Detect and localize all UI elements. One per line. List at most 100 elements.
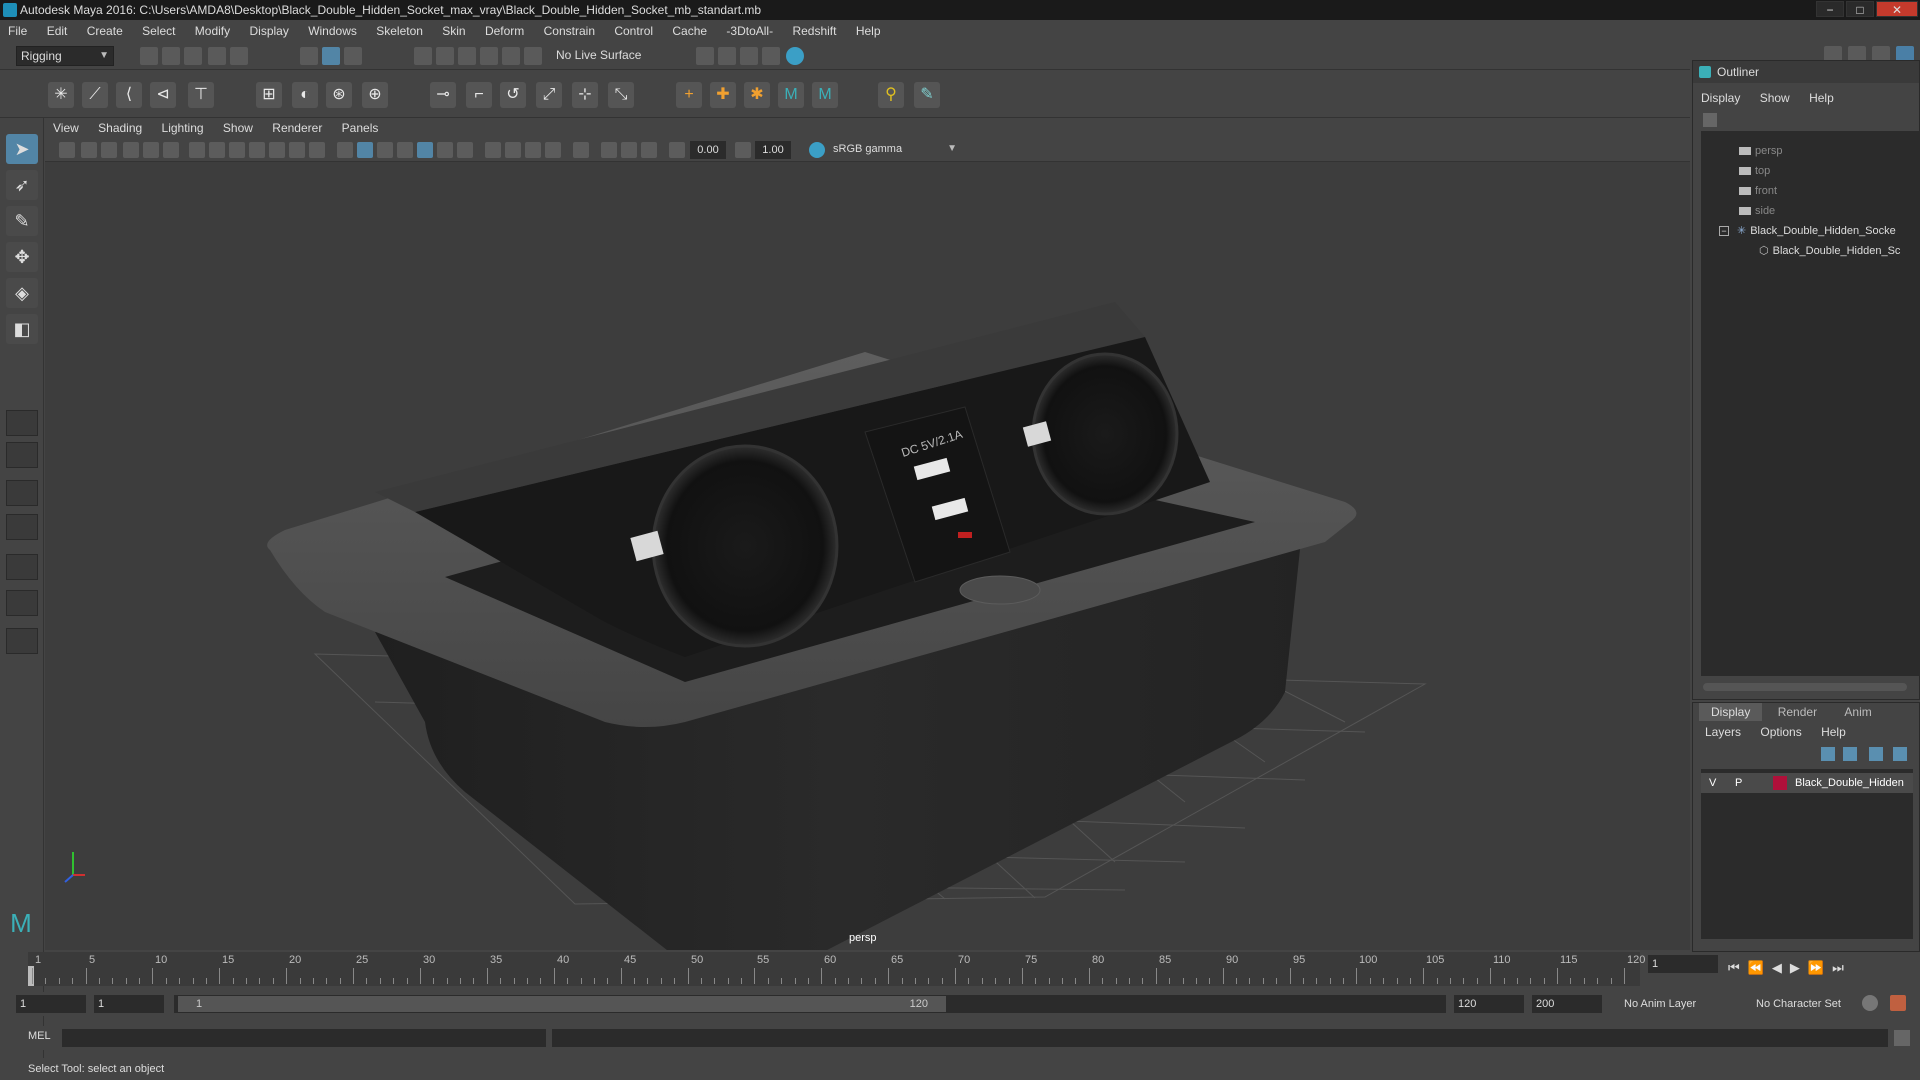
viewport-menu-renderer[interactable]: Renderer bbox=[264, 118, 330, 138]
outliner-menu-show[interactable]: Show bbox=[1752, 89, 1798, 107]
new-layer-selected-icon[interactable] bbox=[1893, 747, 1907, 761]
grease-pencil-icon[interactable] bbox=[163, 142, 179, 158]
isolate-select-icon[interactable] bbox=[573, 142, 589, 158]
outliner-item-side[interactable]: side bbox=[1739, 201, 1775, 221]
lasso-icon[interactable]: ➶ bbox=[6, 170, 38, 200]
motion-blur-icon[interactable] bbox=[505, 142, 521, 158]
snap-surface-icon[interactable] bbox=[502, 47, 520, 65]
anim-layer-dropdown[interactable]: No Anim Layer bbox=[1620, 995, 1740, 1013]
ambient-occlusion-icon[interactable] bbox=[485, 142, 501, 158]
maya-m-icon[interactable]: M bbox=[778, 82, 804, 108]
menu-deform[interactable]: Deform bbox=[477, 20, 532, 42]
2d-pan-icon[interactable] bbox=[143, 142, 159, 158]
lights-icon[interactable] bbox=[437, 142, 453, 158]
menu-windows[interactable]: Windows bbox=[300, 20, 365, 42]
menu-create[interactable]: Create bbox=[79, 20, 131, 42]
collapse-icon[interactable]: − bbox=[1719, 226, 1729, 237]
menu-display[interactable]: Display bbox=[241, 20, 296, 42]
outliner-item-front[interactable]: front bbox=[1739, 181, 1777, 201]
camera-icon[interactable] bbox=[59, 142, 75, 158]
menu-cache[interactable]: Cache bbox=[664, 20, 715, 42]
select-component-icon[interactable] bbox=[344, 47, 362, 65]
mirror-joint-icon[interactable]: ⊤ bbox=[188, 82, 214, 108]
outliner-item-group[interactable]: − ✳ Black_Double_Hidden_Socke bbox=[1719, 221, 1896, 241]
outliner-item-mesh[interactable]: ⬡ Black_Double_Hidden_Sc bbox=[1759, 241, 1900, 261]
playback-controls[interactable]: ⏮⏪◀▶⏩⏭ bbox=[1728, 960, 1852, 976]
ik-handle-icon[interactable]: ⟋ bbox=[82, 82, 108, 108]
bookmark-icon[interactable] bbox=[101, 142, 117, 158]
shadows-icon[interactable] bbox=[457, 142, 473, 158]
outliner-menu-display[interactable]: Display bbox=[1693, 89, 1748, 107]
time-slider-track[interactable]: 1 5 10 15 20 25 30 35 40 45 50 55 60 65 70 75 80 85 90 95 10… bbox=[28, 952, 1645, 986]
image-plane-icon[interactable] bbox=[123, 142, 139, 158]
live-surface-field[interactable]: No Live Surface bbox=[552, 46, 656, 66]
redo-icon[interactable] bbox=[230, 47, 248, 65]
animation-end-field[interactable]: 200 bbox=[1532, 995, 1602, 1013]
range-slider-track[interactable]: 1 120 bbox=[174, 995, 1446, 1013]
ipr-render-icon[interactable] bbox=[740, 47, 758, 65]
open-scene-icon[interactable] bbox=[162, 47, 180, 65]
move-icon[interactable]: ✥ bbox=[6, 242, 38, 272]
layer-menu-options[interactable]: Options bbox=[1752, 723, 1809, 741]
parent-constraint-icon[interactable]: ⊹ bbox=[572, 82, 598, 108]
move-layer-up-icon[interactable] bbox=[1821, 747, 1835, 761]
insert-joint-icon[interactable]: ⊲ bbox=[150, 82, 176, 108]
menu-help[interactable]: Help bbox=[848, 20, 889, 42]
close-button[interactable]: ✕ bbox=[1876, 1, 1918, 17]
maximize-button[interactable]: □ bbox=[1846, 1, 1874, 17]
new-layer-icon[interactable] bbox=[1869, 747, 1883, 761]
color-management-icon[interactable] bbox=[809, 142, 825, 158]
move-layer-down-icon[interactable] bbox=[1843, 747, 1857, 761]
menu-redshift[interactable]: Redshift bbox=[784, 20, 844, 42]
single-perspective-layout-icon[interactable] bbox=[6, 410, 38, 436]
viewport-menu-shading[interactable]: Shading bbox=[90, 118, 150, 138]
gate-mask-icon[interactable] bbox=[249, 142, 265, 158]
smooth-shade-icon[interactable] bbox=[357, 142, 373, 158]
menu-skeleton[interactable]: Skeleton bbox=[368, 20, 431, 42]
layer-playback-toggle[interactable]: P bbox=[1735, 773, 1742, 793]
outliner-item-persp[interactable]: persp bbox=[1739, 141, 1783, 161]
cluster-icon[interactable]: ⊕ bbox=[362, 82, 388, 108]
hik-icon[interactable]: ✚ bbox=[710, 82, 736, 108]
new-scene-icon[interactable] bbox=[140, 47, 158, 65]
scale-icon[interactable]: ◧ bbox=[6, 314, 38, 344]
minimize-button[interactable]: − bbox=[1816, 1, 1844, 17]
current-frame-field[interactable]: 1 bbox=[1648, 955, 1718, 973]
wireframe-on-shaded-icon[interactable] bbox=[377, 142, 393, 158]
bind-skin-icon[interactable]: ⊞ bbox=[256, 82, 282, 108]
layer-row[interactable]: V P Black_Double_Hidden bbox=[1701, 773, 1913, 793]
menu-edit[interactable]: Edit bbox=[39, 20, 76, 42]
ik-spline-icon[interactable]: ⟨ bbox=[116, 82, 142, 108]
snap-point-icon[interactable] bbox=[458, 47, 476, 65]
animation-preferences-icon[interactable] bbox=[1890, 995, 1906, 1011]
menu-constrain[interactable]: Constrain bbox=[536, 20, 603, 42]
film-gate-icon[interactable] bbox=[209, 142, 225, 158]
layer-color-swatch[interactable] bbox=[1773, 776, 1787, 790]
anti-aliasing-icon[interactable] bbox=[525, 142, 541, 158]
layer-visibility-toggle[interactable]: V bbox=[1709, 773, 1716, 793]
camera-attributes-icon[interactable] bbox=[81, 142, 97, 158]
paint-weights-icon[interactable]: ◐ bbox=[292, 82, 318, 108]
xray-joints-icon[interactable] bbox=[601, 142, 617, 158]
undo-icon[interactable] bbox=[208, 47, 226, 65]
outliner-item-top[interactable]: top bbox=[1739, 161, 1770, 181]
scene-view[interactable]: DC 5V/2.1A bbox=[45, 162, 1690, 950]
command-input[interactable] bbox=[62, 1029, 546, 1047]
script-editor-icon[interactable] bbox=[1894, 1030, 1910, 1046]
menu-control[interactable]: Control bbox=[606, 20, 661, 42]
maya-m2-icon[interactable]: M bbox=[812, 82, 838, 108]
paint-select-icon[interactable]: ✎ bbox=[6, 206, 38, 236]
render-frame-icon[interactable] bbox=[718, 47, 736, 65]
wireframe-icon[interactable] bbox=[337, 142, 353, 158]
outliner-list[interactable]: persp top front side − ✳ Black_Double_Hidd… bbox=[1701, 131, 1920, 676]
xray-active-icon[interactable] bbox=[621, 142, 637, 158]
outliner-persp-graph-layout-icon[interactable] bbox=[6, 590, 38, 616]
tab-render[interactable]: Render bbox=[1766, 703, 1829, 721]
orient-constraint-icon[interactable]: ↺ bbox=[500, 82, 526, 108]
animation-start-field[interactable]: 1 bbox=[16, 995, 86, 1013]
custom-layout-icon[interactable] bbox=[6, 628, 38, 654]
range-slider-bar[interactable]: 1 120 bbox=[178, 996, 946, 1012]
snap-curve-icon[interactable] bbox=[436, 47, 454, 65]
render-view-icon[interactable] bbox=[762, 47, 780, 65]
redshift-icon[interactable] bbox=[786, 47, 804, 65]
